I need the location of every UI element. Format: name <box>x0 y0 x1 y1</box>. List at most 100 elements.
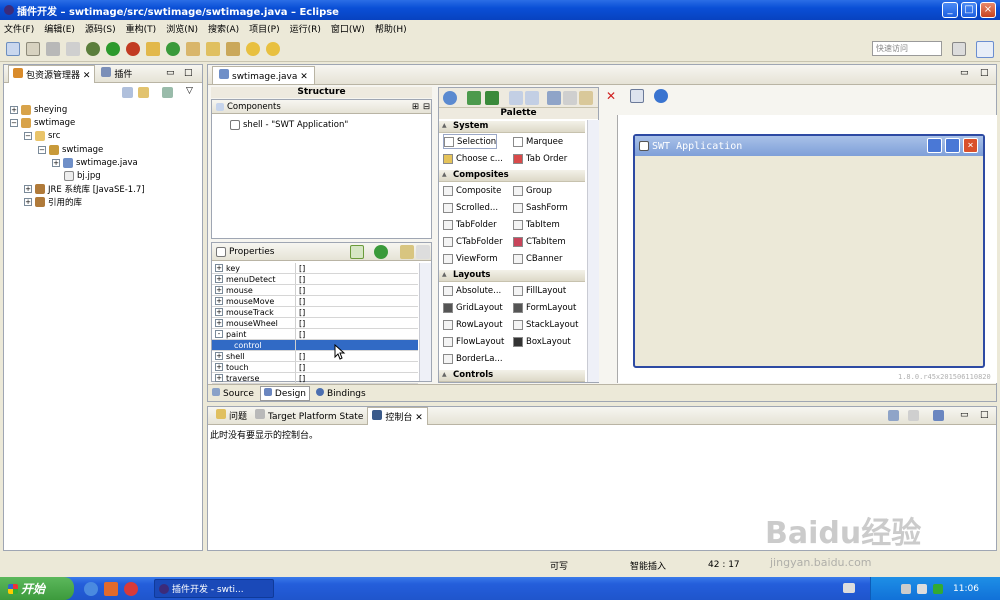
tab-bindings[interactable]: Bindings <box>316 387 366 399</box>
tree-item-referenced-libraries[interactable]: + 引用的库 <box>24 195 82 208</box>
palette-item[interactable]: FillLayout <box>513 283 566 298</box>
tray-security-icon[interactable] <box>933 583 943 594</box>
property-value[interactable]: [] <box>296 352 305 361</box>
minimize-button[interactable]: _ <box>942 2 958 18</box>
menu-run[interactable]: 运行(R) <box>290 22 321 35</box>
display-console-icon[interactable] <box>908 410 919 421</box>
property-row[interactable]: + shell[] <box>212 351 418 362</box>
forward-icon[interactable] <box>266 41 280 56</box>
palette-item[interactable]: ViewForm <box>443 251 498 266</box>
refresh-icon[interactable] <box>485 91 499 105</box>
menu-file[interactable]: 文件(F) <box>4 22 34 35</box>
tab-problems[interactable]: 问题 <box>212 409 251 422</box>
property-value[interactable]: [] <box>296 286 305 295</box>
taskbar-item-eclipse[interactable]: 插件开发 - swti... <box>154 579 274 598</box>
quicklaunch-app-icon[interactable] <box>104 581 118 596</box>
expand-all-icon[interactable]: ⊞ <box>412 102 419 112</box>
property-row[interactable]: + mouseMove[] <box>212 296 418 307</box>
link-with-editor-icon[interactable] <box>138 87 149 98</box>
tab-source[interactable]: Source <box>212 387 254 399</box>
tree-item-jre-library[interactable]: + JRE 系统库 [JavaSE-1.7] <box>24 182 145 195</box>
tab-package-explorer[interactable]: 包资源管理器 ✕ <box>8 64 96 83</box>
collapse-all-icon[interactable] <box>122 87 133 98</box>
palette-scrollbar[interactable] <box>587 120 599 382</box>
plugin-perspective-icon[interactable] <box>976 41 994 58</box>
start-button[interactable]: 开始 <box>0 577 74 600</box>
palette-item[interactable]: BoxLayout <box>513 334 571 349</box>
palette-group-composites[interactable]: Composites <box>439 169 585 182</box>
property-row[interactable]: + touch[] <box>212 362 418 373</box>
show-advanced-icon[interactable] <box>400 245 414 259</box>
property-row[interactable]: + mouseTrack[] <box>212 307 418 318</box>
menu-refactor[interactable]: 重构(T) <box>126 22 157 35</box>
menu-search[interactable]: 搜索(A) <box>208 22 239 35</box>
group-collapse-icon[interactable]: ▲ <box>442 122 447 129</box>
tab-console[interactable]: 控制台 ✕ <box>367 406 428 425</box>
property-expander[interactable]: + <box>215 286 223 294</box>
menu-source[interactable]: 源码(S) <box>85 22 116 35</box>
property-expander[interactable]: + <box>215 352 223 360</box>
menu-window[interactable]: 窗口(W) <box>331 22 365 35</box>
new-icon[interactable] <box>6 41 20 56</box>
palette-item[interactable]: SashForm <box>513 200 568 215</box>
property-expander[interactable]: + <box>215 363 223 371</box>
palette-item[interactable]: BorderLa... <box>443 351 503 366</box>
menu-edit[interactable]: 编辑(E) <box>44 22 75 35</box>
debug-icon[interactable] <box>86 41 100 56</box>
open-perspective-icon[interactable] <box>952 42 966 56</box>
palette-item[interactable]: CTabItem <box>513 234 566 249</box>
property-value[interactable]: [] <box>296 264 305 273</box>
minimize-console-icon[interactable]: ▭ <box>960 410 969 420</box>
delete-icon[interactable]: ✕ <box>606 89 616 103</box>
property-value[interactable]: [] <box>296 330 305 339</box>
menu-help[interactable]: 帮助(H) <box>375 22 407 35</box>
property-expander[interactable]: + <box>215 264 223 272</box>
tab-swtimage-java[interactable]: swtimage.java ✕ <box>212 65 315 84</box>
maximize-button[interactable]: □ <box>961 2 977 18</box>
property-value[interactable]: [] <box>296 275 305 284</box>
palette-item[interactable]: Selection <box>443 134 498 149</box>
menu-navigate[interactable]: 浏览(N) <box>166 22 198 35</box>
property-value[interactable]: [] <box>296 319 305 328</box>
run-icon[interactable] <box>106 41 120 56</box>
minimize-view-icon[interactable]: ▭ <box>166 68 175 78</box>
view-menu-icon[interactable]: ▽ <box>186 86 193 96</box>
tab-plugins[interactable]: 插件 <box>95 65 138 82</box>
properties-scrollbar[interactable] <box>419 263 431 381</box>
property-row[interactable]: + mouseWheel[] <box>212 318 418 329</box>
test-preview-icon[interactable] <box>443 91 457 105</box>
palette-item[interactable]: Marquee <box>513 134 563 149</box>
property-expander[interactable]: + <box>215 374 223 382</box>
property-row[interactable]: + mouse[] <box>212 285 418 296</box>
group-collapse-icon[interactable]: ▲ <box>442 171 447 178</box>
new-class-icon[interactable] <box>166 41 180 56</box>
tree-item-swtimage-project[interactable]: − swtimage <box>10 116 75 129</box>
palette-item[interactable]: Scrolled... <box>443 200 498 215</box>
undo-icon[interactable] <box>509 91 523 105</box>
property-expander[interactable]: - <box>215 330 223 338</box>
quicklaunch-ie-icon[interactable] <box>84 581 98 596</box>
pencil-icon[interactable] <box>226 41 240 56</box>
maximize-view-icon[interactable]: □ <box>184 68 193 78</box>
property-expander[interactable]: + <box>215 275 223 283</box>
group-collapse-icon[interactable]: ▲ <box>442 271 447 278</box>
palette-item[interactable]: GridLayout <box>443 300 503 315</box>
property-expander[interactable]: + <box>215 297 223 305</box>
open-icon[interactable] <box>26 41 40 56</box>
property-row[interactable]: + menuDetect[] <box>212 274 418 285</box>
palette-item[interactable]: Composite <box>443 183 501 198</box>
palette-item[interactable]: TabFolder <box>443 217 497 232</box>
property-row[interactable]: control <box>212 340 418 351</box>
cut-icon[interactable] <box>547 91 561 105</box>
property-expander[interactable]: + <box>215 308 223 316</box>
palette-item[interactable]: CTabFolder <box>443 234 503 249</box>
tree-item-bj-jpg[interactable]: bj.jpg <box>64 169 101 182</box>
look-and-feel-icon[interactable] <box>654 89 668 103</box>
palette-item[interactable]: FlowLayout <box>443 334 504 349</box>
property-expander[interactable]: + <box>215 319 223 327</box>
group-collapse-icon[interactable]: ▲ <box>442 371 447 378</box>
tray-network-icon[interactable] <box>901 583 911 594</box>
quick-access-input[interactable]: 快速访问 <box>872 41 942 56</box>
focus-icon[interactable] <box>162 87 173 98</box>
property-row[interactable]: + traverse[] <box>212 373 418 384</box>
